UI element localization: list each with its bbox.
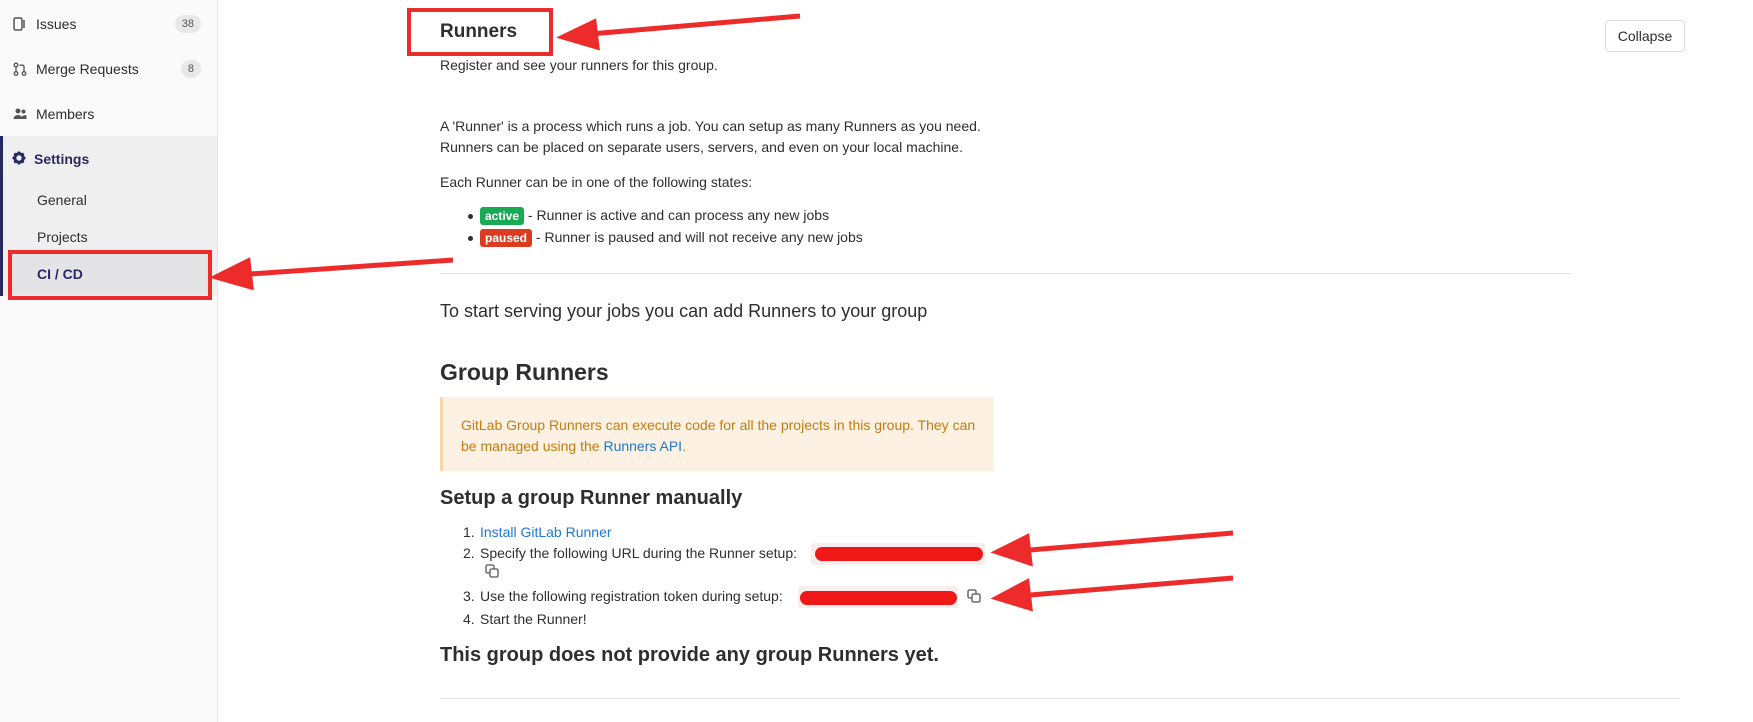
sidebar-subitem-general[interactable]: General [37,192,87,208]
sidebar-item-settings[interactable]: Settings [0,144,217,174]
step-number: 1. [463,524,475,540]
annotation-arrowhead [990,533,1033,567]
list-bullet [468,214,473,219]
runners-api-link[interactable]: Runners API [603,438,682,454]
state-description: - Runner is active and can process any n… [527,207,830,223]
warning-alert: GitLab Group Runners can execute code fo… [440,397,994,471]
divider [440,698,1680,699]
sidebar-item-label: Issues [36,16,77,32]
annotation-arrowhead [990,578,1033,612]
sidebar-item-label: Merge Requests [36,61,139,77]
intro-text-line2: Runners can be placed on separate users,… [440,139,963,155]
step-token-text: Use the following registration token dur… [480,588,783,604]
section-title: Runners [440,21,518,42]
start-serving-text: To start serving your jobs you can add R… [440,301,928,321]
annotation-arrow-token [1029,575,1234,598]
members-icon [12,106,28,122]
setup-heading: Setup a group Runner manually [440,487,743,509]
annotation-arrows [209,13,1234,612]
step-number: 4. [463,611,475,627]
annotation-arrow-runners [589,13,801,37]
empty-runners-message: This group does not provide any group Ru… [440,644,939,666]
active-badge: active [480,207,525,225]
sidebar-item-label: Members [36,106,95,122]
annotation-arrowhead [556,18,600,51]
sidebar-item-merge-requests[interactable]: Merge Requests 8 [0,49,217,89]
merge-request-icon [12,61,28,77]
annotation-arrowhead [209,257,254,291]
intro-text-line1: A 'Runner' is a process which runs a job… [440,118,981,134]
section-subtitle: Register and see your runners for this g… [440,57,718,73]
sidebar-item-issues[interactable]: Issues 38 [0,4,217,44]
settings-gear-icon [12,151,26,168]
issues-count-badge: 38 [174,15,201,33]
redaction-mark [800,591,957,605]
step-url-text: Specify the following URL during the Run… [480,545,797,561]
state-description: - Runner is paused and will not receive … [535,229,863,245]
list-bullet [468,236,473,241]
step-start-text: Start the Runner! [480,611,587,627]
redaction-mark [815,547,983,561]
divider [440,273,1571,274]
merge-requests-count-badge: 8 [180,60,201,78]
collapse-button[interactable]: Collapse [1605,20,1685,52]
group-runners-heading: Group Runners [440,359,609,385]
state-item-active: active - Runner is active and can proces… [480,207,829,225]
install-runner-link[interactable]: Install GitLab Runner [480,524,612,540]
annotation-box-cicd [8,250,212,300]
annotation-arrow-cicd [249,257,454,277]
copy-icon[interactable] [485,564,499,583]
state-item-paused: paused - Runner is paused and will not r… [480,229,863,247]
step-number: 2. [463,545,475,561]
warning-text: GitLab Group Runners can execute code fo… [461,417,976,454]
states-intro: Each Runner can be in one of the followi… [440,174,753,190]
step-number: 3. [463,588,475,604]
sidebar-subitem-projects[interactable]: Projects [37,229,88,245]
copy-icon[interactable] [967,589,981,608]
issues-icon [12,16,28,32]
sidebar-item-members[interactable]: Members [0,94,217,134]
sidebar-item-label: Settings [34,151,90,167]
sidebar: Issues 38 Merge Requests 8 Members Setti… [0,0,218,722]
annotation-arrow-url [1029,530,1234,553]
paused-badge: paused [480,229,533,247]
